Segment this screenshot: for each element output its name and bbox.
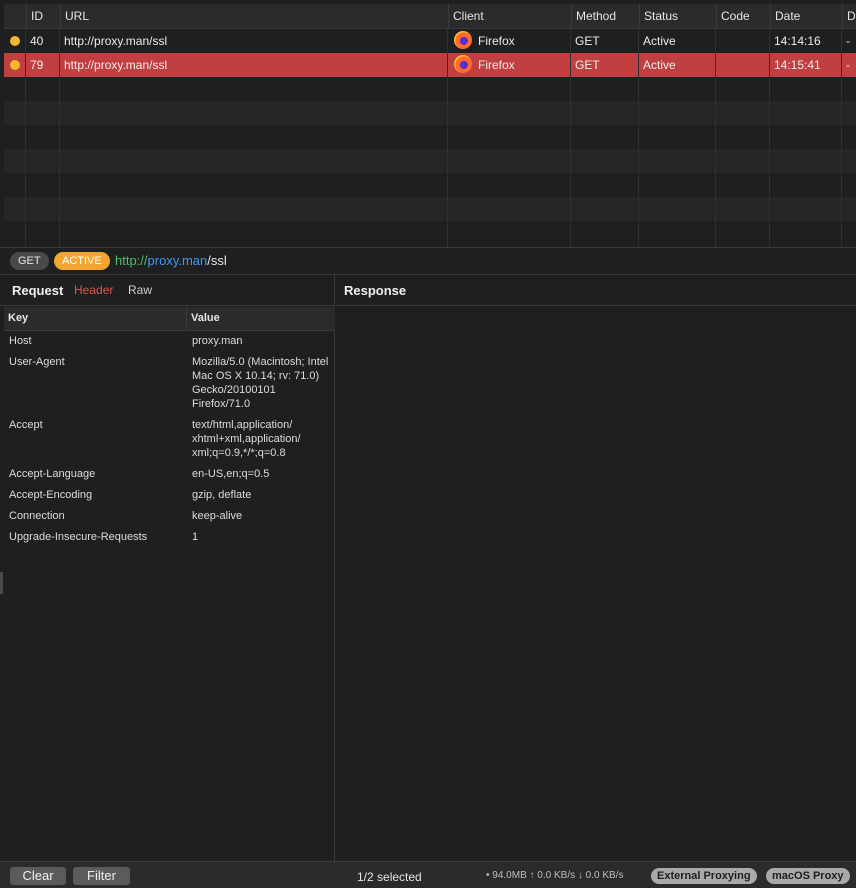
- network-stats: • 94.0MB ↑ 0.0 KB/s ↓ 0.0 KB/s: [486, 870, 624, 881]
- response-title: Response: [344, 283, 407, 298]
- column-method[interactable]: Method: [571, 4, 639, 28]
- key-column-header[interactable]: Key: [8, 312, 28, 324]
- row-client-label: Firefox: [478, 34, 515, 48]
- url-path: /ssl: [207, 253, 227, 268]
- column-divider: [59, 28, 60, 247]
- column-status[interactable]: Status: [639, 4, 716, 28]
- header-key: Accept-Language: [9, 468, 96, 480]
- row-code: [716, 53, 770, 77]
- status-dot-icon: [10, 36, 20, 46]
- table-row-selected[interactable]: 79 http://proxy.man/ssl Firefox GET Acti…: [4, 53, 856, 77]
- external-proxying-badge[interactable]: External Proxying: [651, 868, 757, 884]
- response-pane: Response: [336, 275, 856, 861]
- macos-proxy-badge[interactable]: macOS Proxy: [766, 868, 850, 884]
- firefox-icon: [454, 31, 472, 50]
- request-table: ID URL Client Method Status Code Date Du…: [4, 4, 856, 247]
- status-dot-icon: [10, 60, 20, 70]
- url-scheme: http://: [115, 253, 148, 268]
- column-url[interactable]: URL: [60, 4, 448, 28]
- header-value: 1: [192, 531, 199, 543]
- row-id: 40: [30, 34, 44, 48]
- value-column-header[interactable]: Value: [191, 312, 220, 324]
- table-row[interactable]: 40 http://proxy.man/ssl Firefox GET Acti…: [4, 29, 856, 53]
- header-value: text/html,application/ xhtml+xml,applica…: [192, 419, 301, 459]
- empty-row: [4, 101, 856, 125]
- bottom-bar: Clear Filter 1/2 selected • 94.0MB ↑ 0.0…: [0, 861, 856, 888]
- row-client-label: Firefox: [478, 58, 515, 72]
- column-divider: [186, 307, 187, 331]
- header-key: Accept-Encoding: [9, 489, 93, 501]
- header-key: Host: [9, 335, 32, 347]
- sidebar-resize-handle[interactable]: [0, 572, 3, 594]
- status-badge: ACTIVE: [54, 252, 110, 270]
- row-method: GET: [575, 58, 600, 72]
- empty-row: [4, 149, 856, 173]
- column-code[interactable]: Code: [716, 4, 770, 28]
- response-pane-header: Response: [336, 275, 856, 306]
- header-key: User-Agent: [9, 356, 65, 368]
- headers-table-header: Key Value: [4, 307, 335, 331]
- column-duration[interactable]: Du: [842, 4, 856, 28]
- column-divider: [25, 28, 26, 247]
- selection-count: 1/2 selected: [357, 870, 422, 884]
- header-value: Mozilla/5.0 (Macintosh; Intel Mac OS X 1…: [192, 356, 329, 410]
- clear-button[interactable]: Clear: [10, 867, 66, 885]
- request-pane: Request Header Raw Key Value Host proxy.…: [0, 275, 335, 861]
- header-value: gzip, deflate: [192, 489, 252, 501]
- row-duration: -: [846, 58, 850, 72]
- filter-button[interactable]: Filter: [73, 867, 130, 885]
- column-client[interactable]: Client: [448, 4, 571, 28]
- row-date: 14:14:16: [774, 34, 821, 48]
- header-value: proxy.man: [192, 335, 243, 347]
- column-id[interactable]: ID: [26, 4, 60, 28]
- tab-raw[interactable]: Raw: [128, 283, 152, 297]
- row-date: 14:15:41: [774, 58, 821, 72]
- table-header: ID URL Client Method Status Code Date Du: [4, 4, 856, 29]
- header-key: Accept: [9, 419, 43, 431]
- url-host: proxy.man: [147, 253, 208, 268]
- header-value: en-US,en;q=0.5: [192, 468, 270, 480]
- column-divider: [715, 28, 716, 247]
- empty-row: [4, 197, 856, 221]
- row-method: GET: [575, 34, 600, 48]
- firefox-icon: [454, 55, 472, 74]
- row-id: 79: [30, 58, 44, 72]
- method-badge: GET: [10, 252, 49, 270]
- column-divider: [841, 28, 842, 247]
- row-url: http://proxy.man/ssl: [64, 58, 168, 72]
- row-duration: -: [846, 34, 850, 48]
- request-title: Request: [12, 283, 64, 298]
- column-divider: [570, 28, 571, 247]
- column-date[interactable]: Date: [770, 4, 842, 28]
- row-url: http://proxy.man/ssl: [64, 34, 168, 48]
- request-url[interactable]: http://proxy.man/ssl: [115, 252, 227, 270]
- tab-header[interactable]: Header: [74, 283, 113, 297]
- header-key: Upgrade-Insecure-Requests: [9, 531, 148, 543]
- row-status: Active: [643, 58, 676, 72]
- column-divider: [638, 28, 639, 247]
- url-bar: GET ACTIVE http://proxy.man/ssl: [0, 247, 856, 275]
- row-client: Firefox: [450, 29, 571, 53]
- request-pane-header: Request Header Raw: [0, 275, 334, 306]
- row-status: Active: [643, 34, 676, 48]
- header-value: keep-alive: [192, 510, 243, 522]
- header-key: Connection: [9, 510, 65, 522]
- row-code: [716, 29, 770, 53]
- column-divider: [447, 28, 448, 247]
- row-client: Firefox: [450, 53, 571, 77]
- column-divider: [769, 28, 770, 247]
